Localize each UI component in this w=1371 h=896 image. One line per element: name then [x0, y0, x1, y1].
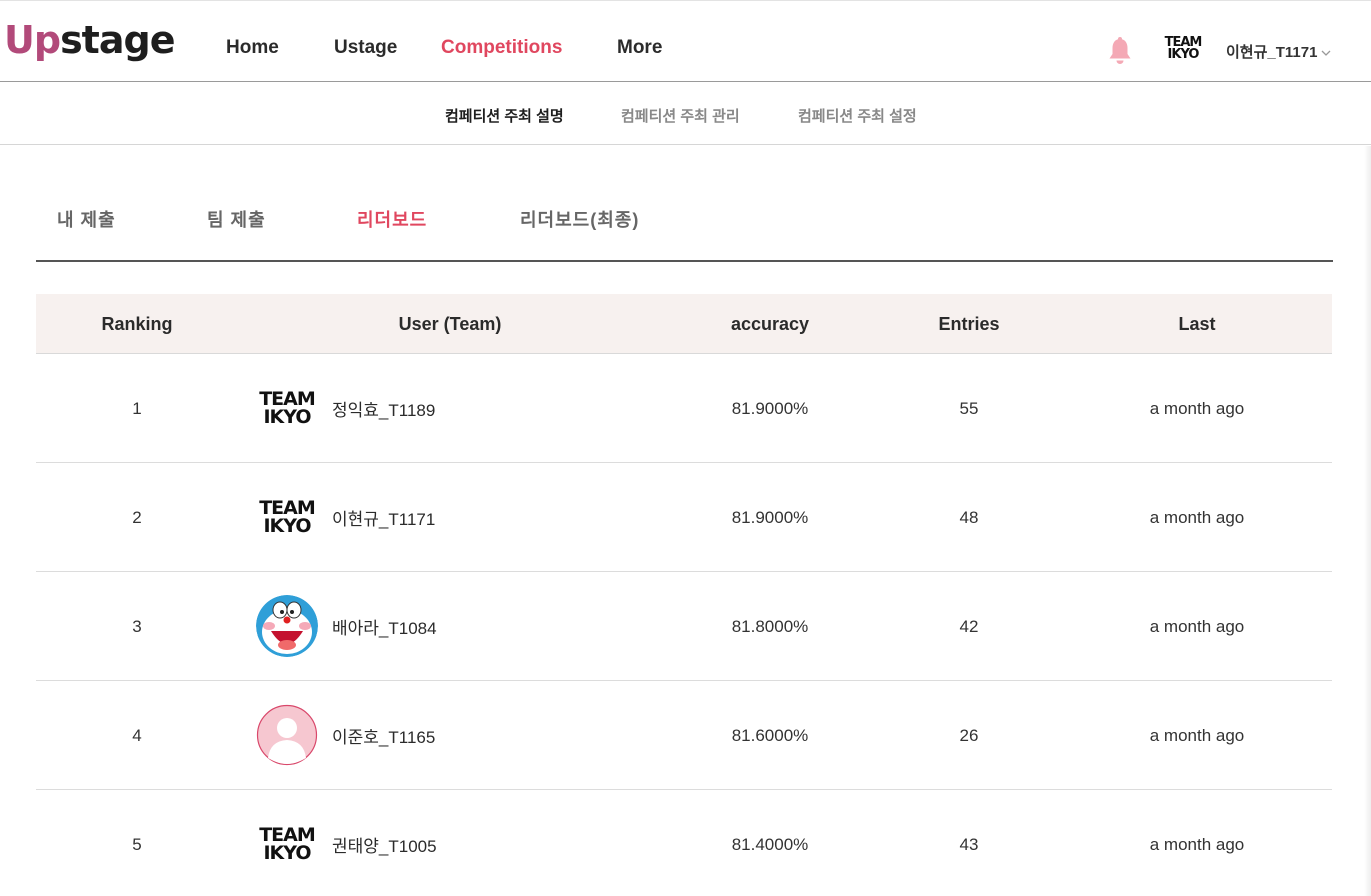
entries-cell: 42 [959, 617, 979, 636]
entries-cell: 55 [959, 399, 979, 418]
tab-my-submissions[interactable]: 내 제출 [57, 206, 116, 232]
column-header-accuracy: accuracy [730, 314, 810, 334]
accuracy-cell: 81.9000% [731, 508, 809, 527]
team-logo-line2: IKYO [263, 406, 311, 428]
table-header: Ranking User (Team) accuracy Entries Las… [36, 294, 1332, 354]
subnav-management[interactable]: 컴페티션 주최 관리 [621, 105, 740, 126]
column-header-entries: Entries [938, 314, 1000, 334]
nav-competitions[interactable]: Competitions [441, 37, 562, 59]
user-cell[interactable]: TEAM IKYO 이현규_T1171 [256, 486, 435, 548]
chevron-down-icon [1321, 44, 1331, 61]
user-cell[interactable]: TEAM IKYO 정익효_T1189 [256, 377, 435, 439]
user-name: 이준호_T1165 [332, 727, 436, 747]
doraemon-avatar-icon [256, 595, 318, 657]
team-logo-icon[interactable]: TEAM IKYO [1163, 34, 1203, 64]
rank-cell: 1 [132, 399, 142, 418]
team-logo-line2: IKYO [1167, 47, 1200, 62]
leaderboard-table: Ranking User (Team) accuracy Entries Las… [36, 294, 1332, 896]
team-ikyo-logo-icon: TEAM IKYO [256, 377, 318, 439]
team-ikyo-logo-icon: TEAM IKYO [256, 486, 318, 548]
last-cell: a month ago [1149, 617, 1245, 636]
table-row[interactable]: 5 TEAM IKYO 권태양_T1005 81.4000% 43 a mont… [36, 790, 1332, 896]
rank-cell: 5 [132, 835, 142, 854]
team-logo-line2: IKYO [263, 842, 311, 864]
nav-more[interactable]: More [617, 37, 662, 59]
user-name: 배아라_T1084 [332, 618, 437, 638]
user-cell[interactable]: TEAM IKYO 권태양_T1005 [256, 813, 437, 875]
upstage-logo[interactable]: Upstage [4, 15, 175, 65]
user-name: 이현규_T1171 [1226, 44, 1318, 61]
top-navigation-bar: Upstage Home Ustage Competitions More TE… [0, 0, 1371, 82]
leaderboard-tabs: 내 제출 팀 제출 리더보드 리더보드(최종) [36, 146, 1333, 262]
user-name: 권태양_T1005 [332, 836, 437, 856]
user-menu[interactable]: 이현규_T1171 [1226, 41, 1331, 62]
column-header-last: Last [1178, 314, 1216, 334]
column-header-user: User (Team) [398, 314, 502, 334]
entries-cell: 26 [959, 726, 979, 745]
scroll-edge-shadow [1364, 146, 1371, 896]
table-row[interactable]: 1 TEAM IKYO 정익효_T1189 81.9000% 55 a mont… [36, 354, 1332, 463]
main-content: 내 제출 팀 제출 리더보드 리더보드(최종) Ranking User (Te… [0, 146, 1371, 896]
user-name: 이현규_T1171 [332, 509, 436, 529]
last-cell: a month ago [1149, 399, 1245, 418]
table-row[interactable]: 2 TEAM IKYO 이현규_T1171 81.9000% 48 a mont… [36, 463, 1332, 572]
user-name: 정익효_T1189 [332, 400, 436, 420]
column-header-ranking: Ranking [101, 314, 173, 334]
rank-cell: 2 [132, 508, 142, 527]
accuracy-cell: 81.9000% [731, 399, 809, 418]
entries-cell: 43 [959, 835, 979, 854]
last-cell: a month ago [1149, 835, 1245, 854]
team-ikyo-logo-icon: TEAM IKYO [256, 813, 318, 875]
rank-cell: 3 [132, 617, 142, 636]
tab-leaderboard[interactable]: 리더보드 [357, 206, 427, 232]
logo-text: Upstage [4, 18, 175, 62]
competition-subnav: 컴페티션 주최 설명 컴페티션 주최 관리 컴페티션 주최 설정 [0, 83, 1371, 145]
rank-cell: 4 [132, 726, 142, 745]
accuracy-cell: 81.8000% [731, 617, 809, 636]
tab-team-submissions[interactable]: 팀 제출 [207, 206, 266, 232]
entries-cell: 48 [959, 508, 979, 527]
default-person-avatar-icon [256, 704, 318, 766]
last-cell: a month ago [1149, 726, 1245, 745]
team-logo-line2: IKYO [263, 515, 311, 537]
logo-text-up: Up [4, 18, 61, 62]
table-row[interactable]: 3 배아라_T1084 81.8000% 42 a month ago [36, 572, 1332, 681]
user-cell[interactable]: 배아라_T1084 [256, 595, 437, 657]
last-cell: a month ago [1149, 508, 1245, 527]
nav-home[interactable]: Home [226, 37, 279, 59]
subnav-settings[interactable]: 컴페티션 주최 설정 [798, 105, 917, 126]
subnav-description[interactable]: 컴페티션 주최 설명 [445, 105, 564, 126]
logo-text-stage: stage [60, 18, 175, 62]
accuracy-cell: 81.6000% [731, 726, 809, 745]
bell-icon[interactable] [1106, 36, 1134, 66]
tab-leaderboard-final[interactable]: 리더보드(최종) [520, 206, 639, 232]
accuracy-cell: 81.4000% [731, 835, 809, 854]
nav-ustage[interactable]: Ustage [334, 37, 397, 59]
table-row[interactable]: 4 이준호_T1165 81.6000% 26 a month ago [36, 681, 1332, 790]
user-cell[interactable]: 이준호_T1165 [256, 704, 435, 766]
